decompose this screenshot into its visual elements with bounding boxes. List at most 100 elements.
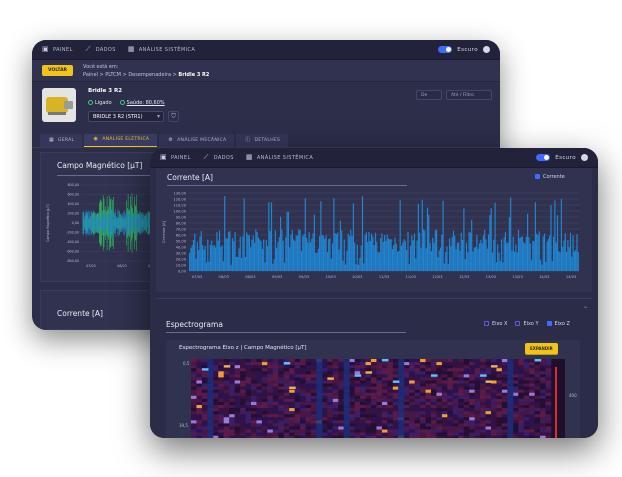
heatmap-cell [360, 411, 366, 415]
legend-eixo-z[interactable]: Eixo Z [546, 321, 570, 327]
heatmap-cell [414, 408, 421, 412]
date-to-input[interactable]: Até / Filtro [446, 90, 492, 100]
heatmap-cell [196, 401, 203, 406]
heatmap-cell [469, 417, 475, 421]
heatmap-cell [240, 426, 246, 430]
heatmap-cell [474, 362, 481, 366]
heatmap-cell [201, 432, 208, 436]
equipment-info-button[interactable]: ⛉ [168, 111, 179, 122]
heatmap-cell [278, 429, 285, 433]
heatmap-cell [387, 383, 394, 387]
heatmap-cell [534, 380, 541, 384]
heatmap-cell [414, 414, 421, 418]
equipment-select[interactable]: BRIDLE 3 R2 (STR1) [88, 111, 164, 122]
heatmap-cell [463, 383, 470, 387]
heatmap-cell [403, 386, 410, 390]
current-bar [376, 241, 378, 271]
current-bar [280, 216, 282, 271]
heatmap-cell [518, 392, 525, 397]
heatmap-cell [501, 432, 508, 436]
nav-painel-front[interactable]: ▣ PAINEL [160, 154, 191, 161]
theme-toggle[interactable] [438, 46, 453, 53]
heatmap-cell [501, 423, 508, 427]
theme-switch-front[interactable]: Escuro [536, 154, 588, 161]
heatmap-cell [376, 386, 383, 390]
nav-analise[interactable]: ▦ ANÁLISE SISTÊMICA [128, 46, 195, 53]
heatmap-cell [491, 426, 497, 430]
heatmap-cell [218, 359, 225, 363]
heatmap-cell [431, 429, 437, 433]
heatmap-cell [523, 392, 530, 397]
x-tick-label: 13/03 [486, 275, 496, 279]
heatmap-cell [474, 411, 481, 415]
tab-geral[interactable]: ▦ GERAL [40, 134, 83, 147]
user-icon[interactable] [581, 154, 588, 161]
x-tick-label: 11/03 [379, 275, 389, 279]
heatmap-hot-cell [491, 365, 498, 368]
heatmap-cell [212, 432, 219, 436]
heatmap-cell [261, 383, 268, 387]
user-icon[interactable] [483, 46, 490, 53]
current-bar [365, 232, 367, 271]
current-bar [260, 241, 262, 271]
theme-toggle-front[interactable] [536, 154, 551, 161]
date-from-input[interactable]: De [416, 90, 442, 100]
current-legend[interactable]: Corrente [535, 174, 565, 180]
heatmap-cell [223, 429, 230, 433]
heatmap-cell [447, 392, 454, 397]
heatmap-cell [463, 411, 470, 415]
collapse-icon[interactable]: ⌃ [583, 306, 588, 313]
heatmap-cell [234, 414, 241, 418]
current-bar [493, 239, 495, 271]
heatmap-cell [365, 383, 372, 387]
heatmap-cell [354, 392, 361, 397]
legend-eixo-x[interactable]: Eixo X [484, 321, 507, 327]
heatmap-cell [458, 398, 465, 403]
current-bar [430, 251, 432, 271]
heatmap-cell [436, 380, 443, 384]
current-bar [473, 247, 475, 271]
heatmap-column [398, 359, 405, 438]
breadcrumb-bar: VOLTAR Você está em: Painel > PLTCM > De… [32, 60, 500, 82]
legend-eixo-y[interactable]: Eixo Y [515, 321, 539, 327]
back-button[interactable]: VOLTAR [42, 65, 74, 76]
expand-button[interactable]: EXPANDIR [525, 343, 558, 354]
heatmap-cell [332, 429, 339, 433]
heatmap-cell [349, 359, 355, 363]
heatmap-column [316, 359, 323, 438]
heatmap-cell [392, 374, 399, 378]
current-bar [546, 241, 548, 271]
nav-dados-front[interactable]: ⟋ DADOS [203, 154, 234, 161]
tab-analise-eletrica[interactable]: ◉ ANÁLISE ELÉTRICA [84, 133, 158, 147]
heatmap-cell [452, 359, 459, 363]
heatmap-cell [201, 377, 208, 381]
heatmap-cell [261, 398, 268, 403]
nav-analise-front[interactable]: ▦ ANÁLISE SISTÊMICA [246, 154, 313, 161]
heatmap-cell [245, 435, 252, 438]
nav-dados[interactable]: ⟋ DADOS [85, 46, 116, 53]
heatmap-cell [365, 374, 372, 378]
heatmap-cell [349, 395, 355, 400]
heatmap-cell [272, 371, 279, 375]
breadcrumb-path[interactable]: Painel > PLTCM > Desempenadeira > [83, 72, 177, 78]
current-bar [293, 239, 295, 271]
heatmap-cell [321, 380, 328, 384]
current-bar [400, 245, 403, 271]
theme-switch[interactable]: Escuro [438, 46, 490, 53]
current-bar [394, 237, 396, 271]
tab-detalhes[interactable]: ⓘ DETALHES [236, 134, 289, 147]
tab-analise-mecanica[interactable]: ⚙ ANÁLISE MECÂNICA [159, 134, 235, 147]
nav-painel[interactable]: ▣ PAINEL [42, 46, 73, 53]
heatmap-cell [447, 365, 454, 369]
current-bar [397, 251, 399, 271]
heatmap-cell [381, 432, 388, 436]
heatmap-cell [354, 417, 361, 421]
heatmap-cell [251, 429, 257, 433]
heatmap-cell [267, 365, 274, 369]
current-bar [512, 236, 514, 271]
current-bar [337, 232, 339, 271]
heatmap-cell [201, 398, 208, 403]
x-tick-label: 08/03 [245, 275, 255, 279]
heatmap-cell [261, 395, 268, 400]
heatmap-cell [491, 429, 497, 433]
